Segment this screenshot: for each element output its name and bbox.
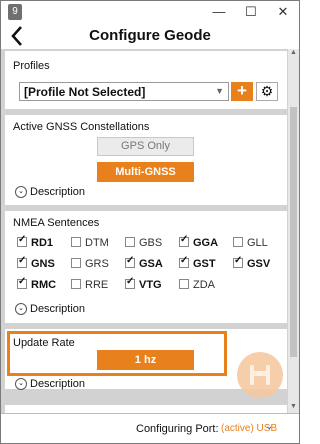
footer-bar: Configuring Port: (active) USB ⌄ [1,413,299,443]
nmea-label: GST [193,258,216,270]
profile-settings-button[interactable]: ⚙ [256,82,278,101]
close-button[interactable]: ✕ [271,3,295,21]
maximize-button[interactable]: ☐ [239,3,263,21]
nmea-checkbox-gbs[interactable]: GBS [125,237,162,249]
nmea-label: RRE [85,279,109,291]
nmea-label: GSA [139,258,163,270]
checkbox-checked-icon[interactable] [17,276,27,289]
chevron-down-icon: ▼ [215,86,224,96]
nmea-label: VTG [139,279,162,291]
nmea-label: ZDA [193,279,215,291]
profiles-card: Profiles [Profile Not Selected] ▼ + ⚙ [5,51,287,109]
update-rate-highlight [7,331,227,376]
scroll-up-icon[interactable]: ▲ [288,49,299,59]
profile-select-value: [Profile Not Selected] [24,85,146,99]
nmea-checkbox-rre[interactable]: RRE [71,279,108,291]
nmea-checkbox-gsv[interactable]: GSV [233,255,271,270]
gnss-title: Active GNSS Constellations [13,121,150,133]
nmea-checkbox-zda[interactable]: ZDA [179,279,215,291]
nmea-checkbox-rmc[interactable]: RMC [17,276,57,291]
profile-select[interactable]: [Profile Not Selected] ▼ [19,82,229,101]
nmea-checkbox-gns[interactable]: GNS [17,255,55,270]
chevron-down-icon[interactable]: ⌄ [265,421,273,432]
page-header: Configure Geode [1,23,299,49]
nmea-checkbox-gga[interactable]: GGA [179,234,219,249]
checkbox-checked-icon[interactable] [233,255,243,268]
nmea-label: DTM [85,237,109,249]
nmea-title: NMEA Sentences [13,217,100,229]
gps-only-button[interactable]: GPS Only [97,137,194,156]
nmea-card: NMEA Sentences RD1 DTM GBS GGA GLL GNS GRS GSA G… [5,211,287,323]
chevron-down-icon: ⌄ [15,303,27,316]
description-label: Description [30,378,86,390]
title-bar: 9 — ☐ ✕ [1,1,299,23]
floppy-disk-icon [250,365,270,385]
page-title: Configure Geode [89,27,211,44]
checkbox-unchecked-icon[interactable] [71,258,81,268]
nmea-checkbox-gll[interactable]: GLL [233,237,268,249]
checkbox-unchecked-icon[interactable] [125,237,135,247]
update-rate-description-toggle[interactable]: ⌄ Description [15,378,86,391]
nmea-description-toggle[interactable]: ⌄ Description [15,303,86,316]
nmea-checkbox-dtm[interactable]: DTM [71,237,109,249]
nmea-checkbox-rd1[interactable]: RD1 [17,234,54,249]
scroll-thumb[interactable] [290,107,297,357]
checkbox-unchecked-icon[interactable] [233,237,243,247]
chevron-down-icon: ⌄ [15,186,27,199]
nmea-label: GNS [31,258,55,270]
nmea-label: GGA [193,237,219,249]
checkbox-checked-icon[interactable] [17,234,27,247]
nmea-label: GLL [247,237,268,249]
app-window: 9 — ☐ ✕ Configure Geode Profiles [Profil… [0,0,300,444]
nmea-label: GRS [85,258,109,270]
nmea-label: GSV [247,258,271,270]
chevron-down-icon: ⌄ [15,378,27,391]
checkbox-unchecked-icon[interactable] [179,279,189,289]
checkbox-checked-icon[interactable] [125,255,135,268]
gnss-description-toggle[interactable]: ⌄ Description [15,186,86,199]
vertical-scrollbar[interactable]: ▲ ▼ [288,49,299,413]
gear-icon: ⚙ [260,83,274,99]
add-profile-button[interactable]: + [231,82,253,101]
minimize-button[interactable]: — [207,3,231,21]
gnss-card: Active GNSS Constellations GPS Only Mult… [5,115,287,205]
configuring-port-label: Configuring Port: [136,423,219,435]
checkbox-unchecked-icon[interactable] [71,237,81,247]
description-label: Description [30,186,86,198]
nmea-label: GBS [139,237,163,249]
nmea-checkbox-vtg[interactable]: VTG [125,276,162,291]
scroll-down-icon[interactable]: ▼ [288,403,299,413]
profiles-title: Profiles [13,60,50,72]
nmea-checkbox-grs[interactable]: GRS [71,258,109,270]
app-icon: 9 [8,4,22,20]
next-card [5,405,287,413]
nmea-checkbox-gst[interactable]: GST [179,255,216,270]
nmea-checkbox-gsa[interactable]: GSA [125,255,163,270]
checkbox-checked-icon[interactable] [17,255,27,268]
multi-gnss-button[interactable]: Multi-GNSS [97,162,194,182]
nmea-label: RD1 [31,237,54,249]
checkbox-checked-icon[interactable] [179,234,189,247]
nmea-label: RMC [31,279,57,291]
save-button[interactable] [237,352,283,398]
checkbox-checked-icon[interactable] [179,255,189,268]
description-label: Description [30,303,86,315]
checkbox-checked-icon[interactable] [125,276,135,289]
checkbox-unchecked-icon[interactable] [71,279,81,289]
